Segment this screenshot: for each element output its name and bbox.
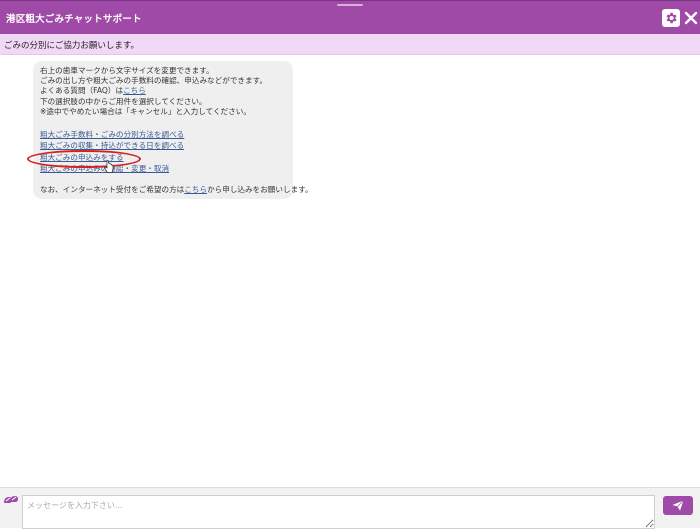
send-button[interactable] [663,496,693,515]
faq-link[interactable]: こちら [123,86,146,95]
faq-line: よくある質問（FAQ）はこちら [40,86,146,96]
gear-icon [666,12,677,24]
notice-bar: ごみの分別にご協力お願いします。 [0,34,700,55]
internet-apply-link[interactable]: こちら [184,185,207,194]
message-line: 下の選択肢の中からご用件を選択してください。 [40,97,207,106]
input-bar [0,487,700,529]
footer-suffix: から申し込みをお願いします。 [207,185,313,194]
close-button[interactable] [684,10,698,26]
hand-cursor-icon [104,160,114,173]
message-line: 右上の歯車マークから文字サイズを変更できます。 [40,66,214,75]
message-input[interactable] [22,495,655,529]
chat-header: 港区粗大ごみチャットサポート [0,0,700,34]
paper-plane-icon [672,500,684,511]
message-line: ※途中でやめたい場合は「キャンセル」と入力してください。 [40,107,251,116]
bot-message-bubble: 右上の歯車マークから文字サイズを変更できます。 ごみの出し方や粗大ごみの手数料の… [33,61,313,199]
drag-handle[interactable] [337,4,363,6]
footer-prefix: なお、インターネット受付をご希望の方は [40,185,185,194]
faq-prefix: よくある質問（FAQ）は [40,86,124,95]
message-line: ごみの出し方や粗大ごみの手数料の確認、申込みなどができます。 [40,76,268,85]
footer-line: なお、インターネット受付をご希望の方はこちらから申し込みをお願いします。 [40,185,313,195]
chat-title: 港区粗大ごみチャットサポート [6,14,142,25]
notice-text: ごみの分別にご協力お願いします。 [4,41,139,51]
close-icon [684,11,698,25]
settings-button[interactable] [662,9,680,27]
chat-logo-icon [4,496,18,503]
option-fee-sorting[interactable]: 粗大ごみ手数料・ごみの分別方法を調べる [40,130,184,140]
option-collection-days[interactable]: 粗大ごみの収集・持込ができる日を調べる [40,141,184,151]
